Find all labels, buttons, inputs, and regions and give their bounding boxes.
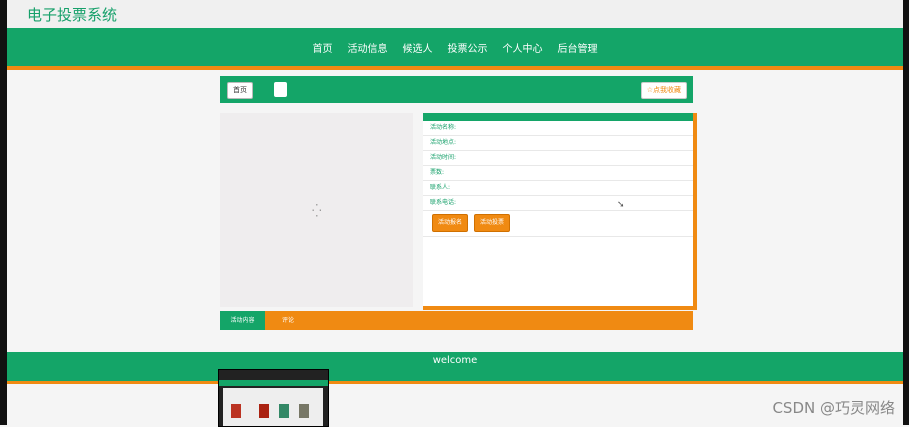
nav-admin[interactable]: 后台管理 [558,40,598,55]
left-frame [0,0,7,425]
nav-home[interactable]: 首页 [313,40,333,55]
tab-comments[interactable]: 评论 [282,311,294,330]
vote-button[interactable]: 活动投票 [474,214,511,232]
action-buttons: 活动报名 活动投票 [423,211,693,237]
nav-personal-center[interactable]: 个人中心 [503,40,543,55]
contact-phone-row: 联系电话: [423,196,693,211]
footer-divider [7,381,903,384]
activity-time-row: 活动时间: [423,151,693,166]
thumbnail-item [231,404,241,418]
footer-text: welcome [432,355,478,366]
breadcrumb-current[interactable] [274,82,287,97]
footer: welcome [7,352,903,381]
detail-tabs: 活动内容 评论 [220,311,693,330]
site-title[interactable]: 电子投票系统 [27,4,117,25]
nav-vote-public[interactable]: 投票公示 [448,40,488,55]
thumbnail-item [259,404,269,418]
watermark: CSDN @巧灵网络 [772,399,895,417]
vote-count-row: 票数: [423,166,693,181]
breadcrumb-home[interactable]: 首页 [227,82,253,99]
thumbnail-item [299,404,309,418]
nav-divider [7,66,903,70]
activity-location-row: 活动地点: [423,136,693,151]
breadcrumb: 首页 ☆点我收藏 [220,76,693,103]
top-bar: 电子投票系统 [7,0,903,28]
register-button[interactable]: 活动报名 [432,214,469,232]
mouse-cursor-icon: ➘ [617,200,625,210]
nav-candidates[interactable]: 候选人 [403,40,433,55]
activity-name-row: 活动名称: [423,121,693,136]
nav-activity-info[interactable]: 活动信息 [348,40,388,55]
thumbnail-nav [219,380,328,386]
details-header [423,113,693,121]
video-thumbnail[interactable] [218,369,329,427]
tab-activity-content[interactable]: 活动内容 [220,311,265,330]
contact-person-row: 联系人: [423,181,693,196]
loading-spinner-icon: ⁛ [312,204,322,218]
thumbnail-item [279,404,289,418]
main-nav: 首页 活动信息 候选人 投票公示 个人中心 后台管理 [7,28,903,66]
activity-details: 活动名称: 活动地点: 活动时间: 票数: 联系人: 联系电话: 活动报名 活动… [423,113,697,310]
activity-image: ⁛ [220,113,413,307]
favorite-button[interactable]: ☆点我收藏 [640,82,687,99]
right-frame [903,0,909,425]
